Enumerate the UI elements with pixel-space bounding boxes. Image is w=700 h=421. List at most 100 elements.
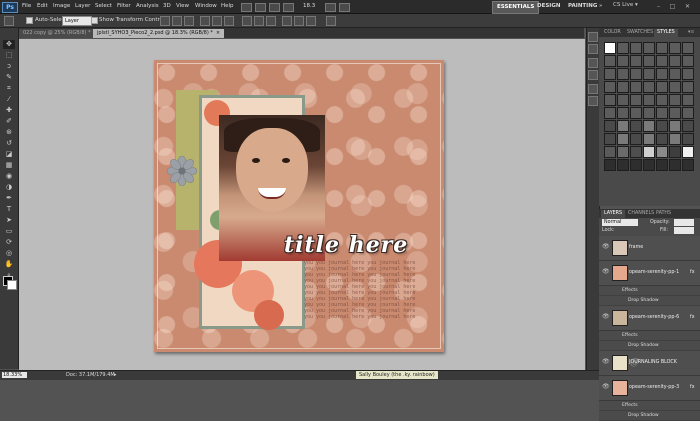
style-preset[interactable]: [630, 42, 642, 54]
clone-stamp-icon[interactable]: ⊛: [3, 128, 15, 137]
cs-live-button[interactable]: CS Live ▾: [613, 2, 638, 8]
style-preset[interactable]: [682, 68, 694, 80]
menu-help[interactable]: Help: [221, 3, 234, 9]
tab-swatches[interactable]: SWATCHES: [624, 29, 656, 37]
style-preset[interactable]: [682, 94, 694, 106]
style-preset[interactable]: [643, 133, 655, 145]
paragraph-panel-icon[interactable]: [588, 96, 598, 106]
style-preset[interactable]: [669, 55, 681, 67]
show-transform-checkbox[interactable]: [91, 17, 98, 24]
align-right-icon[interactable]: [224, 16, 234, 26]
layer-name[interactable]: opeam-serenity-pp-6: [629, 315, 679, 320]
menu-edit[interactable]: Edit: [37, 3, 48, 9]
3d-rotate-icon[interactable]: ⟳: [3, 238, 15, 247]
lasso-icon[interactable]: ↄ: [3, 62, 15, 71]
tab-color[interactable]: COLOR: [601, 29, 624, 37]
style-preset[interactable]: [643, 81, 655, 93]
move-icon[interactable]: ✥: [3, 40, 15, 49]
auto-select-dropdown[interactable]: Layer: [62, 16, 92, 26]
style-preset[interactable]: [669, 94, 681, 106]
style-preset[interactable]: [604, 107, 616, 119]
visibility-eye-icon[interactable]: 👁: [602, 244, 610, 250]
style-preset[interactable]: [656, 55, 668, 67]
style-preset[interactable]: [630, 107, 642, 119]
menu-image[interactable]: Image: [53, 3, 70, 9]
layer-thumbnail[interactable]: [612, 265, 628, 281]
style-preset[interactable]: [630, 159, 642, 171]
path-select-icon[interactable]: ➤: [3, 216, 15, 225]
style-preset[interactable]: [617, 81, 629, 93]
distribute-top-icon[interactable]: [242, 16, 252, 26]
style-preset[interactable]: [682, 146, 694, 158]
marquee-icon[interactable]: ⬚: [3, 51, 15, 60]
layer-effects-badge[interactable]: fx: [690, 315, 695, 320]
close-icon[interactable]: ✕: [684, 3, 691, 10]
blend-mode-dropdown[interactable]: Normal: [602, 219, 638, 226]
visibility-eye-icon[interactable]: 👁: [602, 314, 610, 320]
blur-icon[interactable]: ◉: [3, 172, 15, 181]
style-preset[interactable]: [630, 68, 642, 80]
menu-window[interactable]: Window: [195, 3, 217, 9]
style-preset[interactable]: [682, 159, 694, 171]
style-preset[interactable]: [604, 68, 616, 80]
style-preset[interactable]: [643, 55, 655, 67]
visibility-eye-icon[interactable]: 👁: [602, 359, 610, 365]
style-preset[interactable]: [669, 133, 681, 145]
minimize-icon[interactable]: –: [655, 3, 662, 10]
style-preset[interactable]: [617, 159, 629, 171]
layer-effects-badge[interactable]: fx: [690, 385, 695, 390]
style-preset[interactable]: [643, 146, 655, 158]
menu-analysis[interactable]: Analysis: [136, 3, 159, 9]
style-preset[interactable]: [643, 107, 655, 119]
opacity-field[interactable]: [674, 219, 694, 226]
menu-filter[interactable]: Filter: [117, 3, 131, 9]
style-preset[interactable]: [656, 146, 668, 158]
distribute-right-icon[interactable]: [306, 16, 316, 26]
menu-3d[interactable]: 3D: [163, 3, 171, 9]
style-preset[interactable]: [604, 81, 616, 93]
fill-field[interactable]: [674, 227, 694, 234]
style-preset[interactable]: [682, 81, 694, 93]
style-preset[interactable]: [682, 120, 694, 132]
style-preset[interactable]: [630, 81, 642, 93]
pen-icon[interactable]: ✒: [3, 194, 15, 203]
tab-styles[interactable]: STYLES: [654, 29, 678, 37]
history-brush-icon[interactable]: ↺: [3, 139, 15, 148]
tab-close-icon[interactable]: ×: [216, 30, 220, 36]
style-preset[interactable]: [617, 133, 629, 145]
distribute-center-icon[interactable]: [294, 16, 304, 26]
history-panel-icon[interactable]: [588, 32, 598, 42]
effect-row[interactable]: [599, 331, 700, 341]
tab-paths[interactable]: PATHS: [653, 210, 674, 218]
align-middle-icon[interactable]: [172, 16, 182, 26]
type-icon[interactable]: T: [3, 205, 15, 214]
crop-icon[interactable]: ⌗: [3, 84, 15, 93]
style-preset[interactable]: [669, 120, 681, 132]
style-preset[interactable]: [604, 146, 616, 158]
masks-panel-icon[interactable]: [588, 70, 598, 80]
gradient-icon[interactable]: ▦: [3, 161, 15, 170]
style-preset[interactable]: [682, 133, 694, 145]
minibridge-icon[interactable]: [255, 3, 266, 12]
style-preset[interactable]: [656, 107, 668, 119]
style-preset[interactable]: [669, 146, 681, 158]
style-preset[interactable]: [656, 159, 668, 171]
quick-select-icon[interactable]: ✎: [3, 73, 15, 82]
style-preset[interactable]: [643, 94, 655, 106]
style-preset[interactable]: [617, 68, 629, 80]
shape-icon[interactable]: ▭: [3, 227, 15, 236]
style-preset[interactable]: [617, 94, 629, 106]
tab-document-1[interactable]: 022 copy @ 25% (RGB/8) *×: [19, 29, 102, 38]
style-preset[interactable]: [682, 42, 694, 54]
character-panel-icon[interactable]: [588, 84, 598, 94]
style-preset[interactable]: [617, 42, 629, 54]
effect-row[interactable]: [599, 401, 700, 411]
eraser-icon[interactable]: ◪: [3, 150, 15, 159]
status-zoom-field[interactable]: 18.33%: [2, 372, 27, 378]
style-preset[interactable]: [656, 81, 668, 93]
layer-name[interactable]: opeam-serenity-pp-1: [629, 270, 679, 275]
tab-layers[interactable]: LAYERS: [601, 210, 626, 218]
align-left-icon[interactable]: [200, 16, 210, 26]
visibility-eye-icon[interactable]: 👁: [602, 384, 610, 390]
layer-thumbnail[interactable]: [612, 240, 628, 256]
